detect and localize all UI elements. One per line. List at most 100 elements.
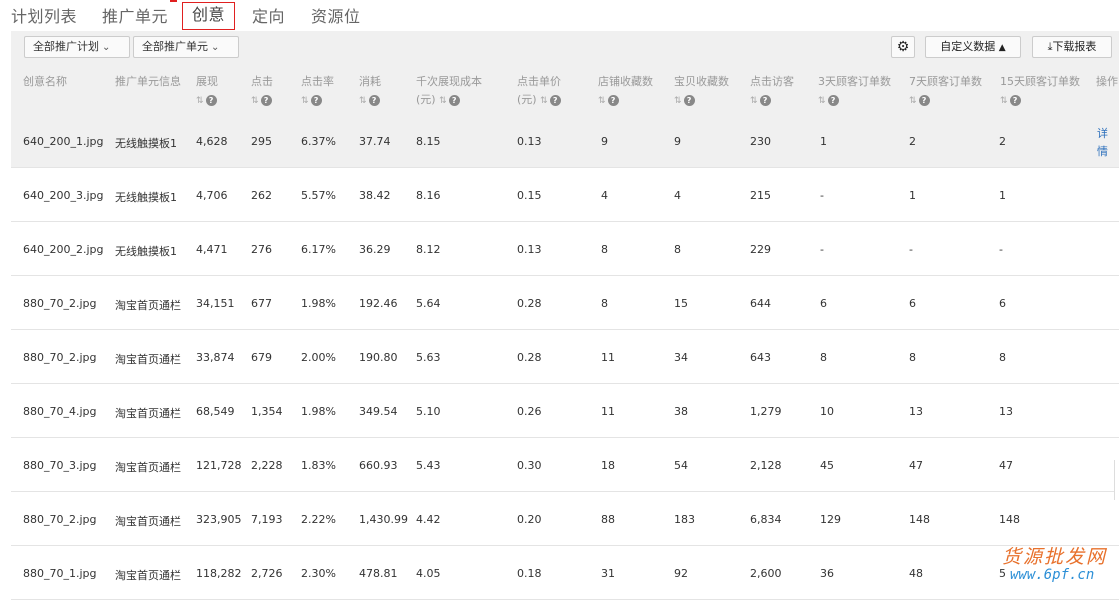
scrollbar[interactable] [1114,460,1119,500]
cell-unit-info: 淘宝首页通栏 [115,299,181,312]
tab-targeting[interactable]: 定向 [252,3,285,27]
chevron-down-icon: ⌄ [102,42,111,53]
custom-data-button[interactable]: 自定义数据 ▲︎ [925,36,1021,58]
cell-cost: 36.29 [359,243,391,256]
col-shop-favorites[interactable]: 店铺收藏数 ⇅? [598,73,653,110]
cell-click-visitors: 643 [750,351,771,364]
cell-cpc: 0.28 [517,297,542,310]
unit-filter-dropdown[interactable]: 全部推广单元 ⌄ [133,36,239,58]
cell-impressions: 34,151 [196,297,235,310]
cell-cost: 190.80 [359,351,398,364]
cell-cost: 349.54 [359,405,398,418]
cell-impressions: 4,471 [196,243,228,256]
custom-data-label: 自定义数据 [940,40,996,53]
sort-icon: ⇅ [196,96,204,106]
cell-impressions: 121,728 [196,459,242,472]
table-row: 880_70_2.jpg 淘宝首页通栏 34,151 677 1.98% 192.46 5.… [11,277,1119,330]
tab-plan-list[interactable]: 计划列表 [11,3,77,27]
cell-impressions: 33,874 [196,351,235,364]
cell-cpm: 8.15 [416,135,441,148]
help-icon: ? [759,94,771,106]
cell-orders-3d: 10 [820,405,834,418]
cell-orders-15d: 6 [999,297,1006,310]
cell-unit-info: 淘宝首页通栏 [115,461,181,474]
cell-unit-info: 无线触摸板1 [115,191,177,204]
col-orders-15d[interactable]: 15天顾客订单数 ⇅? [1000,73,1080,110]
cell-creative-name: 880_70_3.jpg [23,459,97,472]
unit-filter-label: 全部推广单元 [142,40,208,53]
cell-creative-name: 640_200_3.jpg [23,189,104,202]
cell-cpc: 0.18 [517,567,542,580]
col-click-visitors[interactable]: 点击访客 ⇅? [750,73,794,110]
col-orders-7d[interactable]: 7天顾客订单数 ⇅? [909,73,982,110]
cell-impressions: 4,706 [196,189,228,202]
cell-ctr: 6.17% [301,243,336,256]
cell-impressions: 68,549 [196,405,235,418]
col-cpc[interactable]: 点击单价 (元) ⇅? [517,73,561,110]
cell-item-favorites: 92 [674,567,688,580]
cell-item-favorites: 34 [674,351,688,364]
chevron-down-icon: ⌄ [211,42,220,53]
cell-cpc: 0.30 [517,459,542,472]
sort-icon: ⇅ [439,96,447,106]
cell-unit-info: 淘宝首页通栏 [115,569,181,582]
cell-orders-7d: 8 [909,351,916,364]
cell-orders-15d: 148 [999,513,1020,526]
cell-clicks: 2,228 [251,459,283,472]
col-item-favorites[interactable]: 宝贝收藏数 ⇅? [674,73,729,110]
cell-ctr: 2.22% [301,513,336,526]
sort-icon: ⇅ [1000,96,1008,106]
cell-shop-favorites: 31 [601,567,615,580]
cell-item-favorites: 9 [674,135,681,148]
cell-shop-favorites: 11 [601,405,615,418]
cell-shop-favorites: 8 [601,243,608,256]
cell-cpm: 8.12 [416,243,441,256]
cell-clicks: 2,726 [251,567,283,580]
col-cost[interactable]: 消耗 ⇅? [359,73,381,110]
cell-creative-name: 880_70_1.jpg [23,567,97,580]
sort-icon: ⇅ [251,96,259,106]
cell-orders-15d: - [999,243,1003,256]
cell-cost: 660.93 [359,459,398,472]
help-icon: ? [683,94,695,106]
tab-units[interactable]: 推广单元 [102,3,168,27]
tab-resource-slots[interactable]: 资源位 [311,3,361,27]
cell-orders-15d: 47 [999,459,1013,472]
cell-unit-info: 淘宝首页通栏 [115,515,181,528]
cell-ctr: 6.37% [301,135,336,148]
detail-link[interactable]: 详情 [1097,125,1111,161]
cell-orders-7d: 148 [909,513,930,526]
cell-ctr: 1.98% [301,297,336,310]
col-orders-3d[interactable]: 3天顾客订单数 ⇅? [818,73,891,110]
col-clicks[interactable]: 点击 ⇅? [251,73,273,110]
plan-filter-dropdown[interactable]: 全部推广计划 ⌄ [24,36,130,58]
table-header-panel: 全部推广计划 ⌄ 全部推广单元 ⌄ ⚙ 自定义数据 ▲︎ ⤓下载报表 创意名称 推广… [11,31,1119,115]
sort-icon: ⇅ [301,96,309,106]
gear-icon: ⚙ [896,39,910,55]
help-icon: ? [918,94,930,106]
cell-item-favorites: 54 [674,459,688,472]
cell-click-visitors: 229 [750,243,771,256]
cell-cpc: 0.13 [517,135,542,148]
settings-button[interactable]: ⚙ [891,36,915,58]
table-row: 640_200_3.jpg 无线触摸板1 4,706 262 5.57% 38.42 8.1… [11,169,1119,222]
cell-shop-favorites: 18 [601,459,615,472]
col-ctr[interactable]: 点击率 ⇅? [301,73,334,110]
cell-shop-favorites: 8 [601,297,608,310]
download-report-button[interactable]: ⤓下载报表 [1032,36,1112,58]
help-icon: ? [448,94,460,106]
sort-icon: ⇅ [359,96,367,106]
help-icon: ? [1009,94,1021,106]
cell-item-favorites: 8 [674,243,681,256]
cell-cpm: 4.05 [416,567,441,580]
watermark-title: 货源批发网 [1002,546,1108,568]
cell-clicks: 7,193 [251,513,283,526]
tab-creatives[interactable]: 创意 [182,2,236,30]
col-impressions[interactable]: 展现 ⇅? [196,73,218,110]
cell-clicks: 679 [251,351,272,364]
cell-cpc: 0.20 [517,513,542,526]
cell-orders-7d: 2 [909,135,916,148]
cell-shop-favorites: 88 [601,513,615,526]
cell-orders-7d: - [909,243,913,256]
col-cpm[interactable]: 千次展现成本 (元) ⇅? [416,73,482,110]
